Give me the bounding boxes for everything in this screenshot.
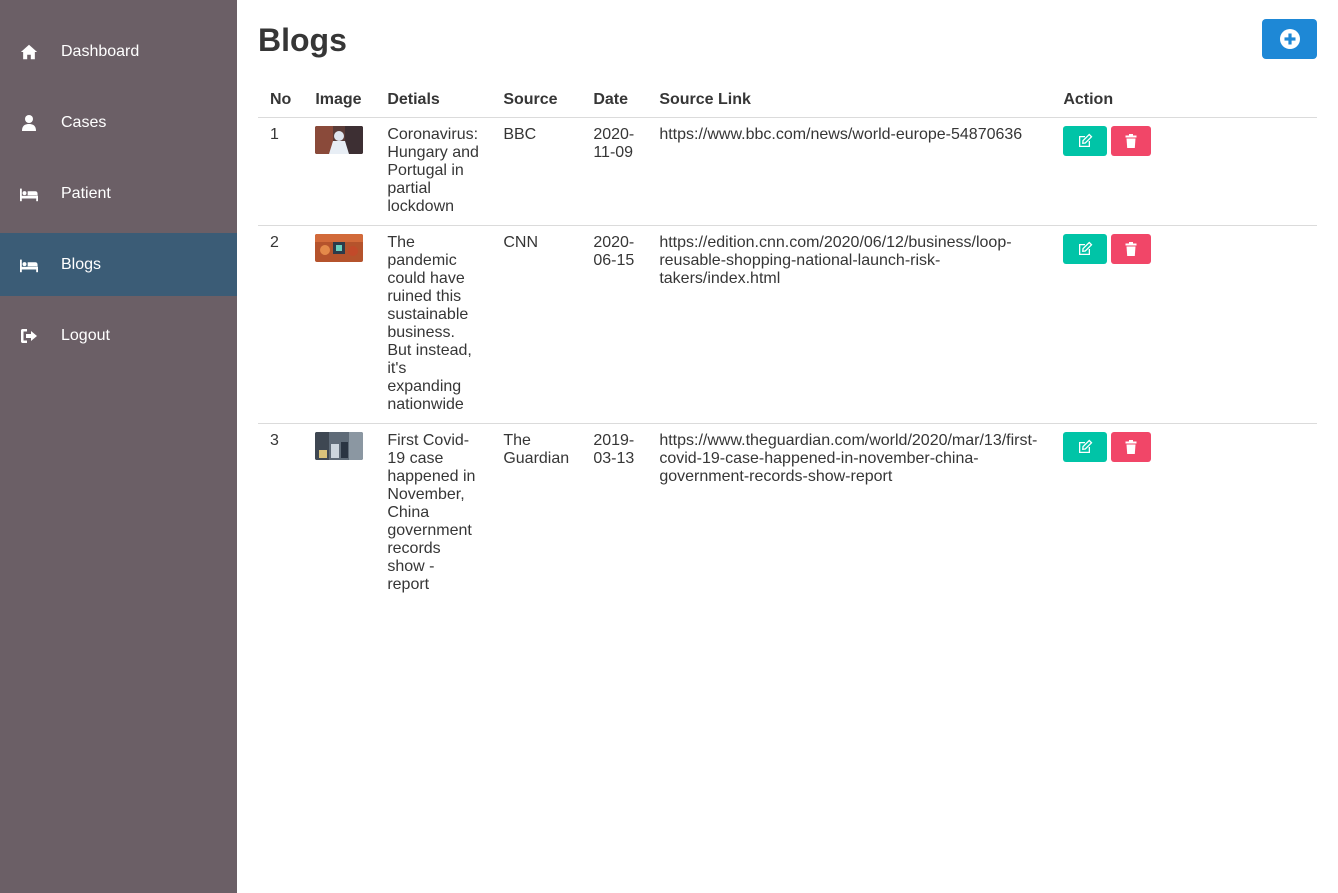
action-cell	[1051, 225, 1317, 424]
bed-icon	[20, 185, 38, 203]
sidebar-item-label: Cases	[61, 113, 107, 131]
source-link-cell: https://www.theguardian.com/world/2020/m…	[659, 432, 1038, 485]
trash-icon	[1125, 134, 1137, 148]
sidebar-item-patient[interactable]: Patient	[0, 162, 237, 225]
table-header-row: No Image Detials Source Date Source Link…	[258, 85, 1317, 118]
table-row: 1 Coronavirus: Hungary and Portugal in p…	[258, 117, 1317, 226]
bed-icon	[20, 256, 38, 274]
edit-icon	[1079, 241, 1093, 255]
edit-button[interactable]	[1063, 432, 1108, 462]
sidebar-item-dashboard[interactable]: Dashboard	[0, 20, 237, 83]
row-number: 3	[270, 432, 279, 449]
row-number: 2	[258, 225, 304, 424]
image-cell	[303, 225, 376, 424]
delete-button[interactable]	[1111, 126, 1152, 156]
home-icon	[20, 43, 38, 61]
date-cell: 2019-03-13	[593, 432, 635, 467]
row-number: 1	[258, 117, 304, 226]
sign-out-icon	[20, 327, 38, 345]
column-header-source: Source	[491, 85, 582, 118]
sidebar-item-label: Blogs	[61, 255, 102, 273]
blogs-table: No Image Detials Source Date Source Link…	[258, 85, 1317, 603]
column-header-no: No	[258, 85, 304, 118]
source-cell: CNN	[491, 225, 582, 424]
source-cell: BBC	[491, 117, 582, 226]
column-header-source-link: Source Link	[647, 85, 1052, 118]
sidebar-item-blogs[interactable]: Blogs	[0, 233, 237, 296]
details-cell: The pandemic could have ruined this sust…	[375, 225, 492, 424]
sidebar-item-cases[interactable]: Cases	[0, 91, 237, 154]
table-row: 2 The pandemic could have ruined this su…	[258, 225, 1317, 424]
image-cell	[303, 424, 375, 604]
column-header-image: Image	[303, 85, 376, 118]
sidebar-item-label: Patient	[61, 184, 111, 202]
image-cell	[303, 117, 376, 226]
action-cell	[1051, 117, 1317, 226]
main-content: Blogs No Image Detials Source Date Sourc…	[237, 0, 1338, 893]
edit-button[interactable]	[1063, 126, 1108, 156]
add-blog-button[interactable]	[1262, 19, 1317, 59]
column-header-date: Date	[581, 85, 648, 118]
trash-icon	[1125, 440, 1137, 454]
sidebar-item-logout[interactable]: Logout	[0, 304, 237, 367]
sidebar-item-label: Dashboard	[61, 42, 140, 60]
blog-thumbnail[interactable]	[315, 126, 364, 154]
blog-thumbnail[interactable]	[315, 432, 364, 460]
sidebar: Dashboard Cases Patient Blogs Logout	[0, 0, 237, 893]
source-link-cell: https://edition.cnn.com/2020/06/12/busin…	[647, 225, 1052, 424]
details-cell: First Covid-19 case happened in November…	[387, 432, 476, 593]
table-row: 3 First Covid-19 case happened in Novemb…	[258, 424, 1317, 604]
edit-icon	[1079, 439, 1093, 453]
plus-circle-icon	[1279, 29, 1300, 49]
action-cell	[1051, 424, 1317, 604]
column-header-action: Action	[1051, 85, 1317, 118]
delete-button[interactable]	[1111, 432, 1152, 462]
source-link-cell: https://www.bbc.com/news/world-europe-54…	[647, 117, 1052, 226]
date-cell: 2020-06-15	[581, 225, 648, 424]
blog-thumbnail[interactable]	[315, 234, 364, 262]
delete-button[interactable]	[1111, 234, 1152, 264]
source-cell: The Guardian	[503, 432, 570, 467]
edit-icon	[1079, 133, 1093, 147]
date-cell: 2020-11-09	[581, 117, 648, 226]
user-icon	[20, 114, 38, 132]
details-cell: Coronavirus: Hungary and Portugal in par…	[375, 117, 492, 226]
edit-button[interactable]	[1063, 234, 1108, 264]
trash-icon	[1125, 242, 1137, 256]
page-title: Blogs	[258, 22, 347, 58]
sidebar-item-label: Logout	[61, 326, 110, 344]
column-header-details: Detials	[375, 85, 492, 118]
